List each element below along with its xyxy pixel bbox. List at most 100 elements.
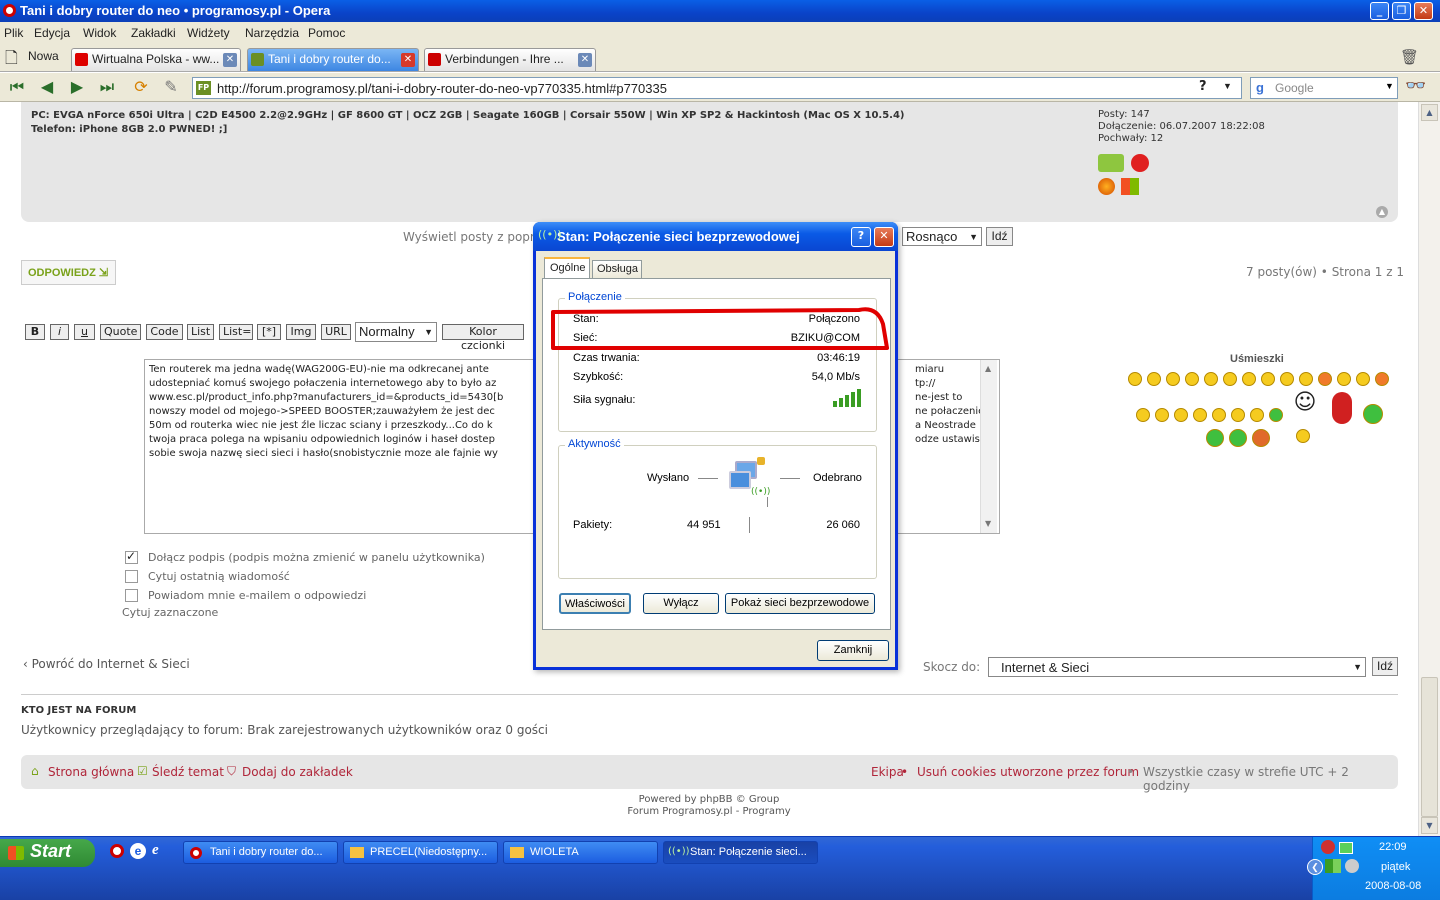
smiley-icon[interactable] bbox=[1280, 372, 1294, 386]
tab-verbindungen[interactable]: Verbindungen - Ihre ... ✕ bbox=[424, 48, 596, 71]
smiley-icon[interactable] bbox=[1356, 372, 1370, 386]
rewind-icon[interactable]: ⏮ bbox=[6, 77, 28, 97]
tab-wirtualna-polska[interactable]: Wirtualna Polska - ww... ✕ bbox=[71, 48, 241, 71]
trash-icon[interactable]: 🗑 bbox=[1400, 48, 1419, 66]
tray-app-icon[interactable] bbox=[1321, 840, 1335, 854]
quote-selected-link[interactable]: Cytuj zaznaczone bbox=[122, 606, 218, 619]
menu-edycja[interactable]: Edycja bbox=[34, 26, 70, 40]
notify-email-checkbox[interactable] bbox=[125, 589, 138, 602]
new-tab-label[interactable]: Nowa bbox=[28, 49, 59, 63]
network-tray-icon[interactable] bbox=[1339, 842, 1353, 854]
smiley-icon[interactable] bbox=[1296, 429, 1310, 443]
show-networks-button[interactable]: Pokaż sieci bezprzewodowe bbox=[725, 593, 875, 614]
reply-button[interactable]: ODPOWIEDZ ⇲ bbox=[21, 260, 116, 285]
img-button[interactable]: Img bbox=[286, 324, 316, 340]
dialog-close-button[interactable]: ✕ bbox=[874, 227, 894, 247]
task-wioleta[interactable]: WIOLETA bbox=[503, 841, 658, 864]
pw-icon[interactable] bbox=[1098, 154, 1124, 172]
watch-link[interactable]: Śledź temat bbox=[152, 765, 224, 779]
menu-widok[interactable]: Widok bbox=[83, 26, 116, 40]
dialog-help-button[interactable]: ? bbox=[851, 227, 871, 247]
menu-widzety[interactable]: Widżety bbox=[187, 26, 230, 40]
smiley-icon[interactable] bbox=[1337, 372, 1351, 386]
smiley-icon[interactable] bbox=[1223, 372, 1237, 386]
scroll-up-icon[interactable]: ▲ bbox=[1421, 104, 1438, 121]
back-to-forum-link[interactable]: ‹ Powróć do Internet & Sieci bbox=[23, 657, 190, 671]
url-button[interactable]: URL bbox=[321, 324, 351, 340]
close-tab-icon[interactable]: ✕ bbox=[578, 53, 592, 67]
list-ordered-button[interactable]: List= bbox=[219, 324, 253, 340]
smiley-icon[interactable] bbox=[1193, 408, 1207, 422]
code-button[interactable]: Code bbox=[146, 324, 183, 340]
home-link[interactable]: Strona główna bbox=[48, 765, 134, 779]
forward-icon[interactable]: ▶ bbox=[66, 77, 88, 97]
smiley-icon[interactable] bbox=[1299, 372, 1313, 386]
maximize-button[interactable]: ❐ bbox=[1392, 2, 1411, 20]
chevron-left-icon[interactable]: ❮ bbox=[1307, 859, 1323, 875]
search-field[interactable]: g Google ▼ bbox=[1250, 77, 1398, 99]
chevron-down-icon[interactable]: ▼ bbox=[1223, 81, 1232, 91]
dancing-smiley-icon[interactable]: ☺ bbox=[1292, 390, 1318, 422]
quote-button[interactable]: Quote bbox=[100, 324, 141, 340]
close-tab-icon[interactable]: ✕ bbox=[401, 53, 415, 67]
smiley-icon[interactable] bbox=[1261, 372, 1275, 386]
bold-button[interactable]: B bbox=[25, 324, 45, 340]
smiley-icon[interactable] bbox=[1136, 408, 1150, 422]
tray-shield-icon[interactable] bbox=[1345, 859, 1359, 873]
browser-quicklaunch-icon[interactable]: e bbox=[130, 843, 146, 859]
top-icon[interactable]: ▲ bbox=[1376, 206, 1388, 218]
sort-order-select[interactable]: Rosnąco ▼ bbox=[902, 227, 982, 246]
smiley-icon[interactable] bbox=[1269, 408, 1283, 422]
tab-programosy[interactable]: Tani i dobry router do... ✕ bbox=[247, 48, 419, 71]
clock-time[interactable]: 22:09 bbox=[1379, 841, 1407, 853]
smiley-icon[interactable] bbox=[1252, 429, 1270, 447]
smiley-icon[interactable] bbox=[1174, 408, 1188, 422]
fast-forward-icon[interactable]: ⏭ bbox=[96, 77, 118, 97]
smiley-icon[interactable] bbox=[1363, 404, 1383, 424]
close-tab-icon[interactable]: ✕ bbox=[223, 53, 237, 67]
address-field[interactable]: FP http://forum.programosy.pl/tani-i-dob… bbox=[192, 77, 1242, 99]
help-icon[interactable]: ? bbox=[1199, 79, 1207, 94]
www-icon[interactable] bbox=[1131, 154, 1149, 172]
opera-quicklaunch-icon[interactable] bbox=[110, 844, 124, 858]
reload-icon[interactable]: ⟳ bbox=[130, 77, 152, 97]
wireless-tray-icon[interactable] bbox=[1325, 859, 1341, 873]
menu-zakladki[interactable]: Zakładki bbox=[131, 26, 176, 40]
start-button[interactable]: Start bbox=[0, 839, 95, 867]
textarea-scrollbar[interactable]: ▲ ▼ bbox=[980, 360, 997, 533]
close-button[interactable]: ✕ bbox=[1414, 2, 1433, 20]
font-size-select[interactable]: Normalny ▼ bbox=[355, 322, 437, 342]
sort-go-button[interactable]: Idź bbox=[986, 227, 1013, 246]
underline-button[interactable]: u bbox=[74, 324, 95, 340]
smiley-icon[interactable] bbox=[1185, 372, 1199, 386]
smiley-icon[interactable] bbox=[1242, 372, 1256, 386]
dialog-title-bar[interactable]: ((•)) Stan: Połączenie sieci bezprzewodo… bbox=[533, 222, 898, 251]
glasses-icon[interactable]: 👓 bbox=[1405, 76, 1426, 96]
properties-button[interactable]: Właściwości bbox=[559, 593, 631, 614]
bookmark-link[interactable]: Dodaj do zakładek bbox=[242, 765, 353, 779]
tab-general[interactable]: Ogólne bbox=[544, 257, 590, 279]
minimize-button[interactable]: _ bbox=[1370, 2, 1389, 20]
jump-go-button[interactable]: Idź bbox=[1372, 657, 1398, 676]
smiley-icon[interactable] bbox=[1250, 408, 1264, 422]
new-tab-icon[interactable]: 🗋 bbox=[5, 47, 18, 74]
tab-support[interactable]: Obsługa bbox=[592, 260, 642, 279]
quote-last-checkbox[interactable] bbox=[125, 570, 138, 583]
smiley-icon[interactable] bbox=[1318, 372, 1332, 386]
smiley-icon[interactable] bbox=[1212, 408, 1226, 422]
jump-select[interactable]: Internet & Sieci ▼ bbox=[988, 657, 1366, 677]
ie-quicklaunch-icon[interactable]: e bbox=[152, 842, 159, 859]
disable-button[interactable]: Wyłącz bbox=[643, 593, 719, 614]
list-item-button[interactable]: [*] bbox=[257, 324, 281, 340]
menu-pomoc[interactable]: Pomoc bbox=[308, 26, 345, 40]
smiley-icon[interactable] bbox=[1229, 429, 1247, 447]
smiley-icon[interactable] bbox=[1375, 372, 1389, 386]
menu-narzedzia[interactable]: Narzędzia bbox=[245, 26, 299, 40]
font-color-button[interactable]: Kolor czcionki bbox=[442, 324, 524, 352]
task-opera[interactable]: Tani i dobry router do... bbox=[183, 841, 338, 864]
team-link[interactable]: Ekipa bbox=[871, 765, 904, 779]
smiley-icon[interactable] bbox=[1206, 429, 1224, 447]
task-precel[interactable]: PRECEL(Niedostępny... bbox=[343, 841, 498, 864]
dialog-close-text-button[interactable]: Zamknij bbox=[817, 640, 889, 661]
smiley-icon[interactable] bbox=[1128, 372, 1142, 386]
